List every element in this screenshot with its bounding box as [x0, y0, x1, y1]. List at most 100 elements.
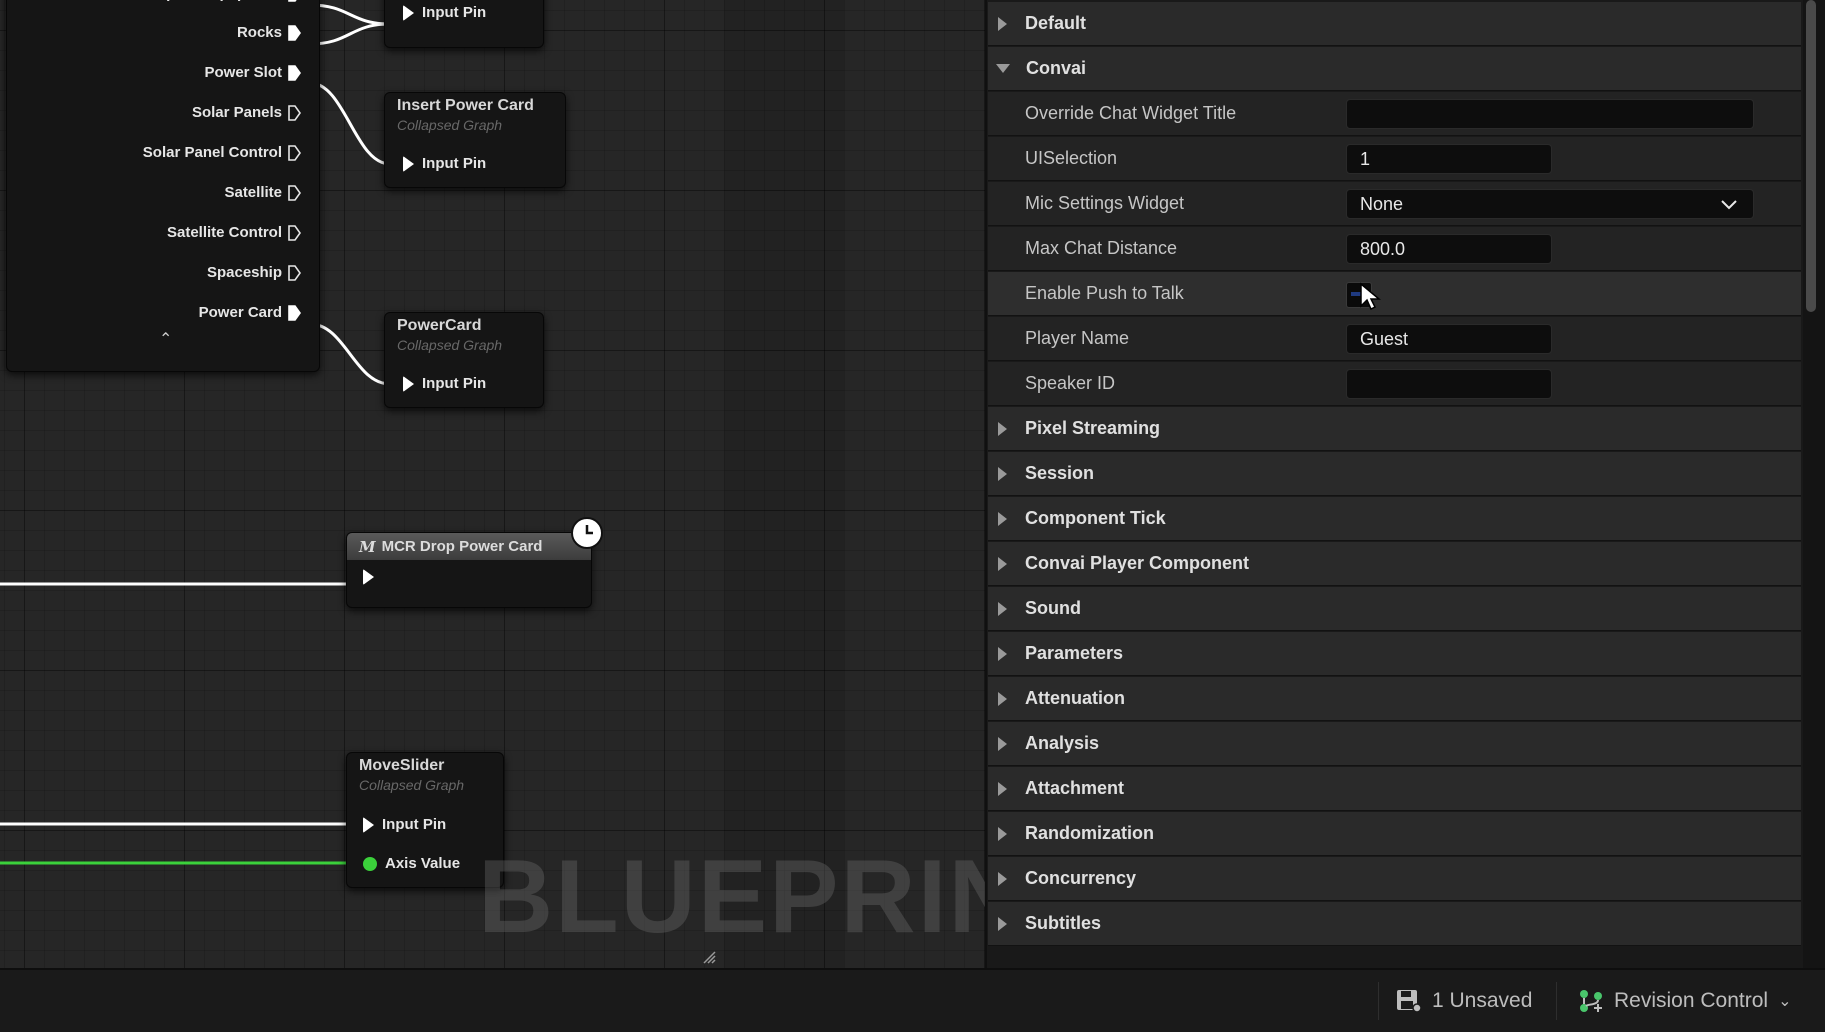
exec-pin-icon: [403, 4, 414, 21]
property-value-field[interactable]: [1346, 99, 1754, 129]
wire-power-slot: [309, 81, 391, 166]
exec-pin-icon: [363, 816, 374, 833]
input-pin[interactable]: Input Pin: [403, 155, 486, 172]
category-header[interactable]: Subtitles: [988, 902, 1801, 946]
input-pin[interactable]: Input Pin: [403, 4, 486, 21]
chevron-right-icon: [998, 601, 1007, 616]
status-divider: [1378, 982, 1379, 1020]
sequence-output[interactable]: Space Equipment: [156, 0, 301, 2]
chevron-right-icon: [998, 556, 1007, 571]
node-subtitle: Collapsed Graph: [397, 337, 503, 353]
powercard-node[interactable]: PowerCard Collapsed Graph Input Pin: [384, 312, 544, 408]
input-pin[interactable]: Input Pin: [363, 816, 446, 833]
mic-settings-dropdown[interactable]: None: [1346, 189, 1754, 219]
chevron-down-icon: [996, 64, 1010, 73]
chevron-right-icon: [998, 16, 1007, 31]
mouse-cursor-icon: [1360, 282, 1381, 311]
property-name: Player Name: [1025, 328, 1130, 348]
chevron-right-icon: [998, 691, 1007, 706]
wire-space-equipment: [309, 3, 391, 26]
category-header[interactable]: Sound: [988, 587, 1801, 631]
category-header[interactable]: Component Tick: [988, 497, 1801, 541]
category-header[interactable]: Parameters: [988, 632, 1801, 676]
sequence-output[interactable]: Satellite: [224, 184, 301, 201]
status-bar: 1 Unsaved Revision Control ⌄: [0, 968, 1825, 1032]
blueprint-graph[interactable]: Space Equipment Rocks Power Slot Solar Pane…: [0, 0, 985, 968]
property-value-field[interactable]: Guest: [1346, 324, 1552, 354]
float-pin-icon: [363, 856, 377, 871]
chevron-right-icon: [998, 736, 1007, 751]
chevron-right-icon: [998, 781, 1007, 796]
collapsed-graph-node-top[interactable]: Input Pin: [384, 0, 544, 48]
property-name: Override Chat Widget Title: [1025, 103, 1237, 123]
category-header[interactable]: Concurrency: [988, 857, 1801, 901]
revision-control-button[interactable]: Revision Control ⌄: [1578, 970, 1791, 1032]
collapse-arrow-icon[interactable]: ⌃: [159, 329, 172, 349]
exec-output-pin-icon[interactable]: [288, 264, 301, 281]
exec-output-pin-icon[interactable]: [288, 0, 301, 2]
property-name: Enable Push to Talk: [1025, 283, 1184, 303]
sequence-output[interactable]: Rocks: [237, 24, 301, 41]
sequence-node[interactable]: Space Equipment Rocks Power Slot Solar Pane…: [6, 0, 320, 372]
macro-header: M MCR Drop Power Card: [347, 533, 591, 560]
revision-control-icon: [1580, 990, 1602, 1012]
unsaved-button[interactable]: 1 Unsaved: [1396, 970, 1532, 1032]
node-title: MoveSlider: [359, 757, 445, 774]
chevron-right-icon: [998, 646, 1007, 661]
exec-output-pin-icon[interactable]: [288, 184, 301, 201]
sequence-output[interactable]: Satellite Control: [167, 224, 301, 241]
node-subtitle: Collapsed Graph: [359, 777, 465, 793]
sequence-output[interactable]: Solar Panels: [192, 104, 301, 121]
property-name: Speaker ID: [1025, 373, 1116, 393]
category-header[interactable]: Default: [988, 2, 1801, 46]
node-title: Insert Power Card: [397, 97, 534, 114]
property-value-field[interactable]: 800.0: [1346, 234, 1552, 264]
property-value-field[interactable]: 1: [1346, 144, 1552, 174]
category-header[interactable]: Randomization: [988, 812, 1801, 856]
property-name: UISelection: [1025, 148, 1118, 168]
exec-output-pin-icon[interactable]: [288, 304, 301, 321]
macro-icon: M: [359, 537, 376, 556]
exec-pin-icon: [363, 569, 374, 585]
category-header[interactable]: Attachment: [988, 767, 1801, 811]
insert-power-card-node[interactable]: Insert Power Card Collapsed Graph Input …: [384, 92, 566, 188]
category-header[interactable]: Convai: [988, 47, 1801, 91]
property-name: Mic Settings Widget: [1025, 193, 1185, 213]
sequence-output[interactable]: Spaceship: [207, 264, 301, 281]
blueprint-watermark: BLUEPRINT: [478, 839, 985, 955]
details-scrollbar-thumb[interactable]: [1806, 0, 1816, 312]
exec-input-pin[interactable]: [363, 569, 382, 585]
exec-output-pin-icon[interactable]: [288, 24, 301, 41]
category-header[interactable]: Convai Player Component: [988, 542, 1801, 586]
category-header[interactable]: Session: [988, 452, 1801, 496]
node-title: PowerCard: [397, 317, 482, 334]
category-header[interactable]: Attenuation: [988, 677, 1801, 721]
chevron-right-icon: [998, 466, 1007, 481]
exec-output-pin-icon[interactable]: [288, 64, 301, 81]
exec-output-pin-icon[interactable]: [288, 104, 301, 121]
axis-value-pin[interactable]: Axis Value: [363, 855, 460, 872]
property-name: Max Chat Distance: [1025, 238, 1178, 258]
property-row: Enable Push to Talk: [988, 272, 1801, 316]
sequence-output[interactable]: Solar Panel Control: [143, 144, 301, 161]
node-subtitle: Collapsed Graph: [397, 117, 503, 133]
exec-output-pin-icon[interactable]: [288, 224, 301, 241]
sequence-output[interactable]: Power Card: [199, 304, 301, 321]
exec-output-pin-icon[interactable]: [288, 144, 301, 161]
save-icon: [1397, 990, 1422, 1013]
sequence-output[interactable]: Power Slot: [204, 64, 301, 81]
chevron-right-icon: [998, 871, 1007, 886]
node-title: MCR Drop Power Card: [381, 538, 543, 555]
resize-grip-icon[interactable]: [702, 950, 716, 964]
chevron-down-icon: ⌄: [1778, 993, 1792, 1010]
category-header[interactable]: Analysis: [988, 722, 1801, 766]
input-pin[interactable]: Input Pin: [403, 375, 486, 392]
category-header[interactable]: Pixel Streaming: [988, 407, 1801, 451]
wire-power-card: [309, 322, 391, 386]
macro-node[interactable]: M MCR Drop Power Card: [346, 532, 592, 608]
latent-clock-icon: [571, 517, 603, 549]
chevron-right-icon: [998, 511, 1007, 526]
status-divider: [1556, 982, 1557, 1020]
property-value-field[interactable]: [1346, 369, 1552, 399]
exec-pin-icon: [403, 155, 414, 172]
